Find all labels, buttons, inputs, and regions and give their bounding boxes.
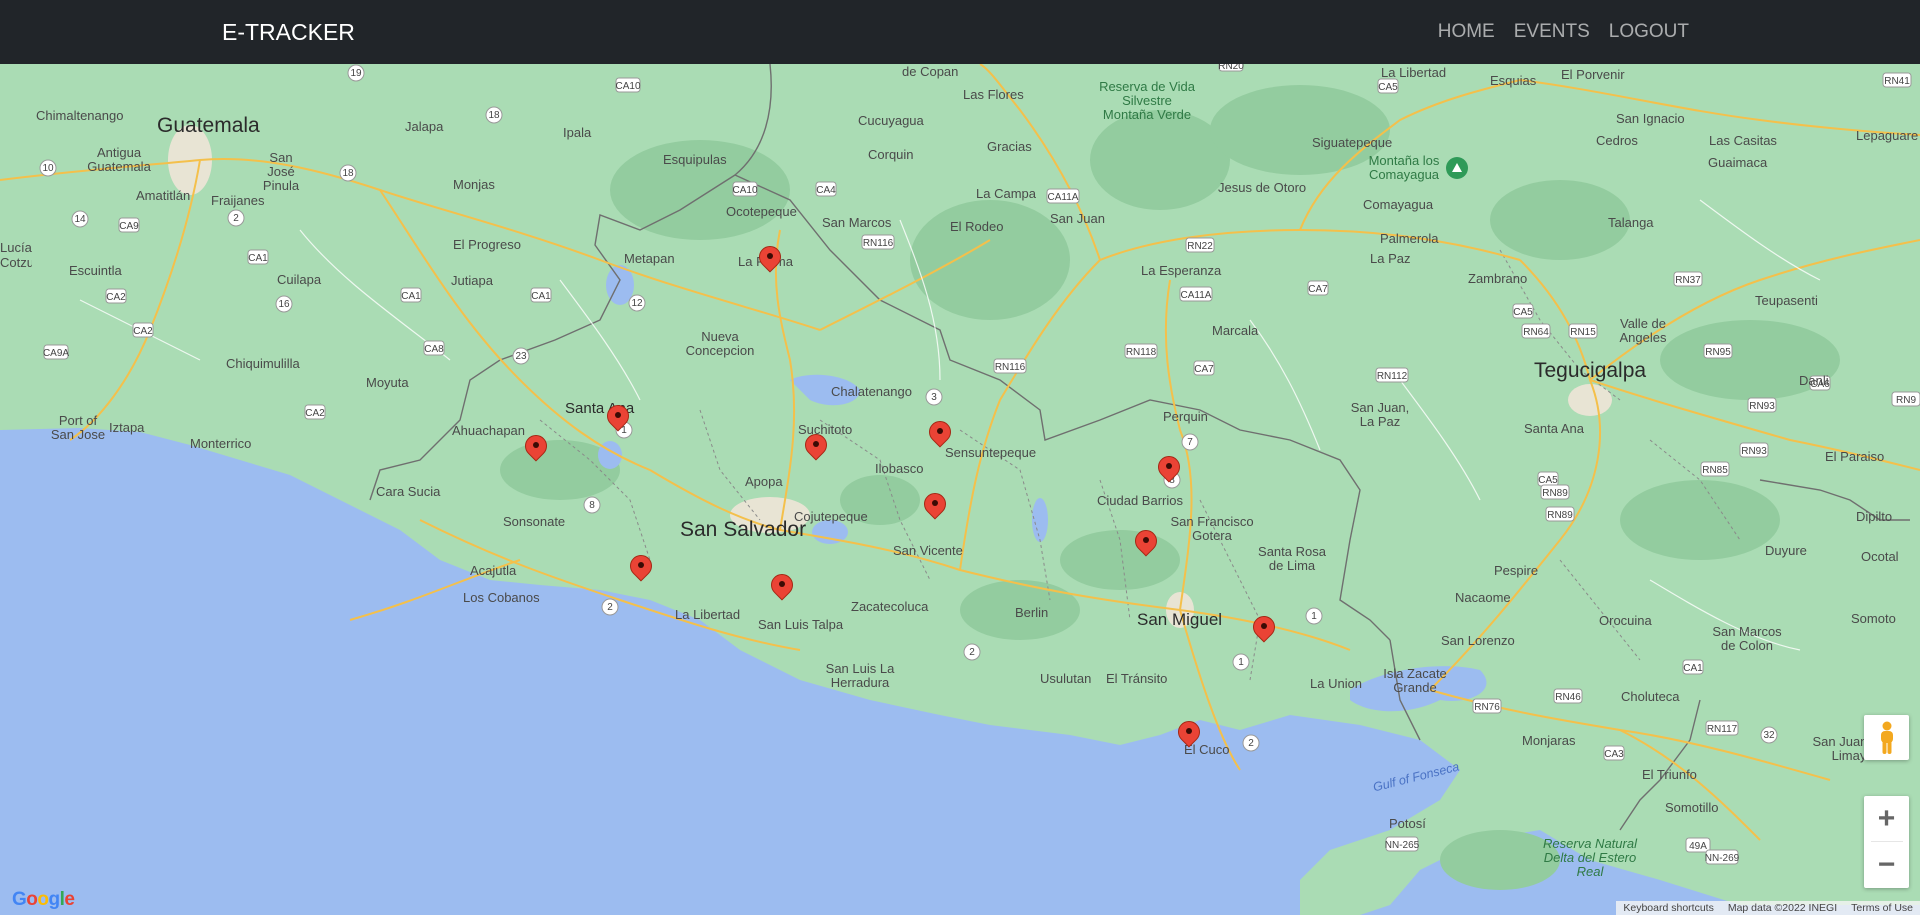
- map-canvas[interactable]: CA10 CA10 CA4 RN116 CA11A RN22 CA11A RN1…: [0, 64, 1920, 915]
- event-marker[interactable]: [771, 572, 793, 606]
- event-marker[interactable]: [929, 419, 951, 453]
- zoom-out-button[interactable]: −: [1864, 842, 1909, 887]
- event-marker[interactable]: [759, 244, 781, 278]
- pegman-icon: [1880, 721, 1893, 754]
- event-marker[interactable]: [525, 433, 547, 467]
- event-marker[interactable]: [1178, 719, 1200, 753]
- event-marker[interactable]: [630, 553, 652, 587]
- event-marker[interactable]: [1253, 614, 1275, 648]
- street-view-pegman-button[interactable]: [1864, 715, 1909, 760]
- map-markers: [0, 64, 1920, 915]
- nav-logout-link[interactable]: LOGOUT: [1609, 0, 1689, 64]
- nav-links: HOME EVENTS LOGOUT: [1438, 0, 1689, 64]
- nav-events-link[interactable]: EVENTS: [1514, 0, 1590, 64]
- event-marker[interactable]: [1135, 528, 1157, 562]
- terms-of-use-link[interactable]: Terms of Use: [1844, 901, 1920, 915]
- nav-home-link[interactable]: HOME: [1438, 0, 1495, 64]
- google-logo[interactable]: Google: [12, 889, 75, 911]
- zoom-control: + −: [1864, 796, 1909, 888]
- map-data-credit: Map data ©2022 INEGI: [1727, 902, 1838, 914]
- brand-link[interactable]: E-TRACKER: [222, 0, 355, 64]
- event-marker[interactable]: [607, 403, 629, 437]
- map-attribution: Keyboard shortcuts Map data ©2022 INEGI …: [1616, 901, 1920, 915]
- zoom-in-button[interactable]: +: [1864, 796, 1909, 841]
- event-marker[interactable]: [924, 491, 946, 525]
- navbar: E-TRACKER HOME EVENTS LOGOUT: [0, 0, 1920, 64]
- event-marker[interactable]: [805, 432, 827, 466]
- keyboard-shortcuts-link[interactable]: Keyboard shortcuts: [1616, 901, 1720, 915]
- event-marker[interactable]: [1158, 454, 1180, 488]
